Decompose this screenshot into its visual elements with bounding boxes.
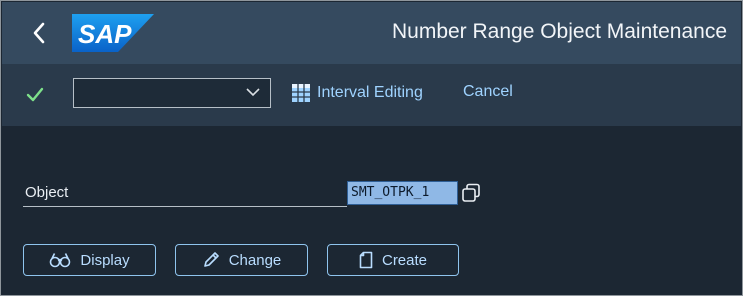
value-help-button[interactable] [460,181,481,205]
object-input[interactable]: SMT_OTPK_1 [347,181,458,205]
application-toolbar: Interval Editing Cancel [2,64,741,126]
cancel-button[interactable]: Cancel [463,83,513,101]
sap-logo: SAP [72,14,154,52]
pencil-icon [202,251,220,269]
back-button[interactable] [24,16,54,50]
value-help-icon [461,183,480,202]
glasses-icon [49,252,71,268]
shell-bar: SAP Number Range Object Maintenance [2,2,741,64]
page-title: Number Range Object Maintenance [391,20,727,43]
display-label: Display [80,251,130,269]
checkmark-icon [26,87,44,102]
create-button[interactable]: Create [327,244,459,276]
interval-editing-button[interactable]: Interval Editing [291,83,423,103]
interval-table-icon [291,83,311,103]
new-document-icon [359,251,373,269]
change-button[interactable]: Change [175,244,308,276]
app-frame: SAP Number Range Object Maintenance Inte… [0,0,743,296]
interval-editing-label: Interval Editing [317,84,423,101]
enter-button[interactable] [24,84,46,106]
create-label: Create [381,251,428,269]
object-field-underline [23,206,347,207]
display-button[interactable]: Display [23,244,156,276]
chevron-down-icon [246,88,260,97]
chevron-left-icon [33,22,45,44]
command-dropdown[interactable] [73,78,271,108]
object-field-label: Object [25,184,69,201]
change-label: Change [228,251,282,269]
cancel-label: Cancel [463,83,513,100]
svg-text:SAP: SAP [78,19,132,49]
